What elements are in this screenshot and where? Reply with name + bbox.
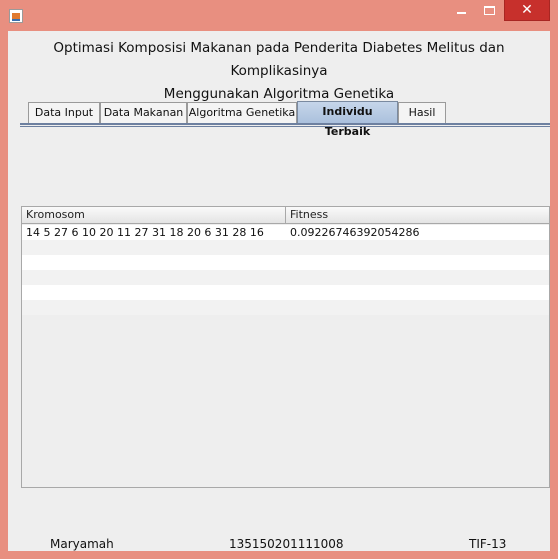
cell-kromosom[interactable]: 14 5 27 6 10 20 11 27 31 18 20 6 31 28 1… — [22, 225, 286, 240]
main-panel: Optimasi Komposisi Makanan pada Penderit… — [8, 31, 550, 551]
minimize-icon — [457, 12, 466, 14]
table-body: 14 5 27 6 10 20 11 27 31 18 20 6 31 28 1… — [22, 225, 549, 315]
cell-kromosom[interactable] — [22, 285, 286, 300]
footer-class: TIF-13 — [469, 537, 507, 551]
maximize-icon — [484, 6, 495, 15]
page-title: Optimasi Komposisi Makanan pada Penderit… — [8, 37, 550, 106]
cell-fitness[interactable] — [286, 240, 549, 255]
maximize-button[interactable] — [476, 0, 503, 21]
footer-name: Maryamah — [50, 537, 114, 551]
footer-nim: 135150201111008 — [229, 537, 344, 551]
table-row[interactable] — [22, 240, 549, 255]
best-individual-table[interactable]: Kromosom Fitness 14 5 27 6 10 20 11 27 3… — [21, 206, 550, 488]
application-window: ✕ Optimasi Komposisi Makanan pada Pender… — [0, 0, 558, 559]
table-header: Kromosom Fitness — [22, 207, 549, 224]
cell-fitness[interactable]: 0.09226746392054286 — [286, 225, 549, 240]
tab-divider — [20, 123, 550, 125]
cell-fitness[interactable] — [286, 300, 549, 315]
column-header-fitness[interactable]: Fitness — [286, 207, 549, 224]
tab-individu-terbaik[interactable]: Individu Terbaik — [297, 101, 398, 138]
column-header-kromosom[interactable]: Kromosom — [22, 207, 286, 224]
table-row[interactable] — [22, 300, 549, 315]
tab-hasil[interactable]: Hasil — [398, 102, 446, 124]
minimize-button[interactable] — [448, 0, 475, 21]
cell-kromosom[interactable] — [22, 255, 286, 270]
tab-divider-line — [20, 126, 550, 127]
table-row[interactable]: 14 5 27 6 10 20 11 27 31 18 20 6 31 28 1… — [22, 225, 549, 240]
table-row[interactable] — [22, 270, 549, 285]
title-line-1: Optimasi Komposisi Makanan pada Penderit… — [53, 40, 505, 79]
title-bar[interactable]: ✕ — [0, 0, 558, 31]
close-icon: ✕ — [521, 2, 533, 18]
cell-fitness[interactable] — [286, 270, 549, 285]
cell-fitness[interactable] — [286, 285, 549, 300]
tab-data-makanan[interactable]: Data Makanan — [100, 102, 187, 124]
cell-kromosom[interactable] — [22, 240, 286, 255]
tab-algoritma-genetika[interactable]: Algoritma Genetika — [187, 102, 297, 124]
java-app-icon[interactable] — [9, 9, 23, 23]
cell-kromosom[interactable] — [22, 300, 286, 315]
table-row[interactable] — [22, 285, 549, 300]
cell-kromosom[interactable] — [22, 270, 286, 285]
cell-fitness[interactable] — [286, 255, 549, 270]
tab-data-input[interactable]: Data Input — [28, 102, 100, 124]
table-row[interactable] — [22, 255, 549, 270]
close-button[interactable]: ✕ — [504, 0, 550, 21]
